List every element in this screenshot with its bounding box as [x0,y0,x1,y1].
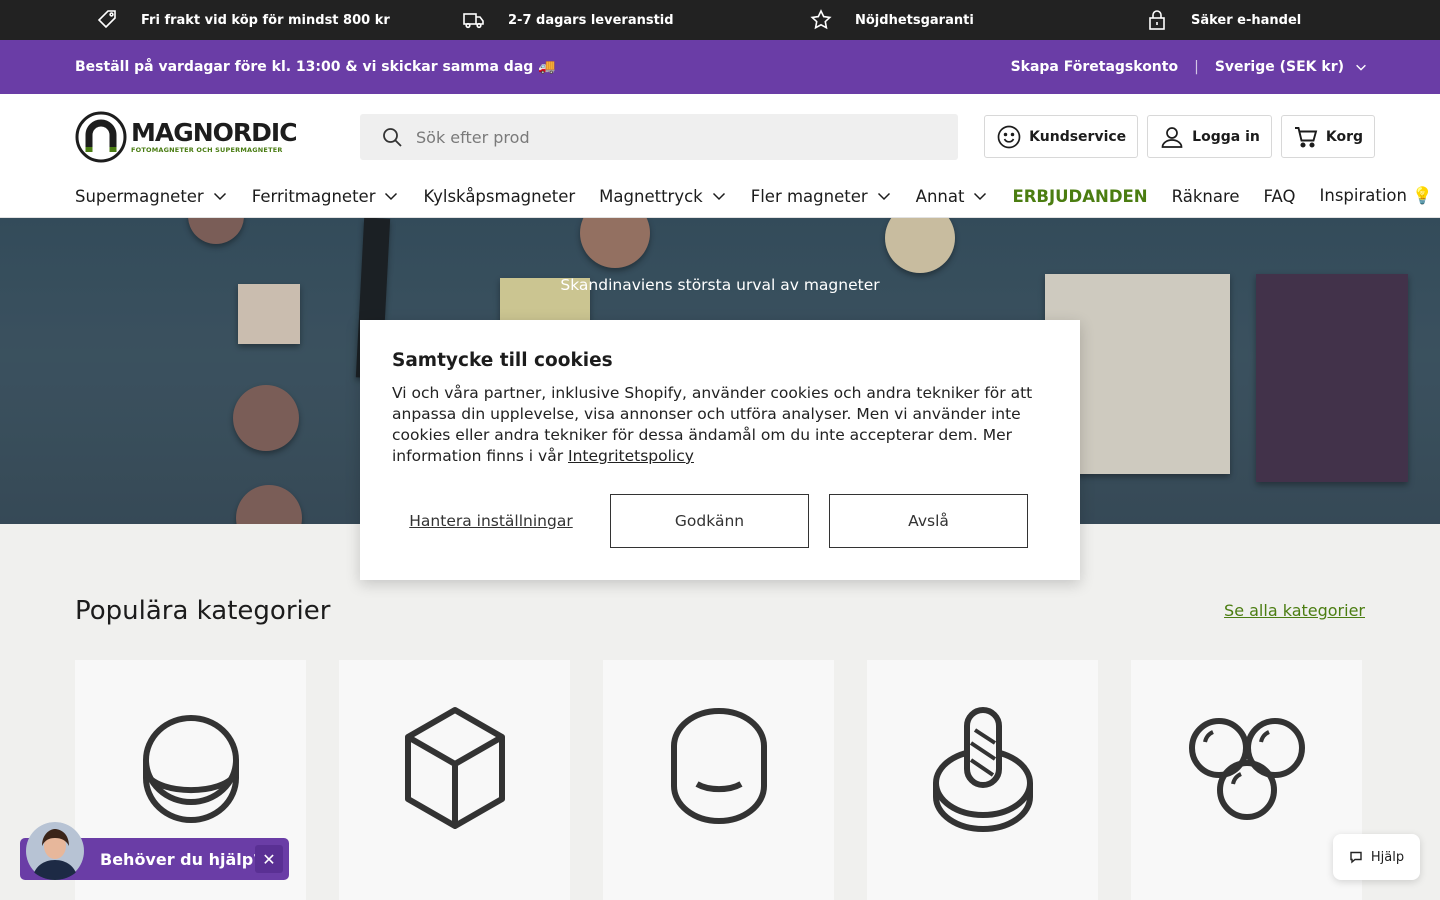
chat-text: Behöver du hjälp? [100,849,263,869]
cookie-modal-title: Samtycke till cookies [392,350,613,371]
promo-links: Skapa Företagskonto | Sverige (SEK kr) [1011,59,1368,75]
manage-settings-link[interactable]: Hantera inställningar [392,512,590,531]
cookie-modal-body: Vi och våra partner, inklusive Shopify, … [392,383,1048,467]
search-bar [360,114,958,160]
category-card[interactable] [603,660,834,900]
lock-icon [1149,10,1165,30]
usp-item-shipping: Fri frakt vid köp för mindst 800 kr [95,0,390,40]
nav-item-faq[interactable]: FAQ [1264,186,1296,206]
nav-label: Räknare [1171,186,1240,206]
cart-button[interactable]: Korg [1280,115,1375,158]
search-input[interactable] [416,127,916,147]
accept-button[interactable]: Godkänn [610,494,809,548]
nav-item-raknare[interactable]: Räknare [1172,186,1240,206]
site-header: MAGNORDIC FOTOMAGNETER OCH SUPERMAGNETER… [0,94,1440,218]
nav-label: FAQ [1263,186,1296,206]
sphere-magnets-icon [1188,717,1305,820]
chevron-down-icon [213,192,226,201]
nav-label: Magnettryck [599,186,703,206]
usp-text: Fri frakt vid köp för mindst 800 kr [141,12,390,28]
chevron-down-icon [712,192,725,201]
nav-item-supermagneter[interactable]: Supermagneter [75,186,228,206]
truck-icon [463,13,484,29]
usp-text: 2-7 dagars leveranstid [508,12,674,28]
customer-service-label: Kundservice [1029,128,1127,145]
agent-avatar [26,822,84,880]
close-icon[interactable]: ✕ [255,845,283,873]
disc-magnet-icon [142,714,239,823]
star-icon [810,9,832,30]
search-icon[interactable] [380,125,404,149]
chevron-down-icon [1356,64,1366,71]
nav-label: Fler magneter [750,186,868,206]
customer-service-button[interactable]: Kundservice [984,115,1139,158]
nav-item-erbjudanden[interactable]: ERBJUDANDEN [1012,186,1147,206]
country-selector[interactable]: Sverige (SEK kr) [1215,59,1368,75]
nav-label: Ferritmagneter [251,186,376,206]
header-actions: Kundservice Logga in Korg [984,115,1375,158]
login-button[interactable]: Logga in [1147,115,1272,158]
see-all-categories-link[interactable]: Se alla kategorier [1224,601,1365,620]
nav-label: Inspiration 💡 [1319,186,1433,205]
cookie-actions: Hantera inställningar Godkänn Avslå [392,494,1028,548]
chat-icon [1350,851,1362,864]
usp-item-secure: Säker e-handel [1145,0,1301,40]
help-label: Hjälp [1370,849,1405,865]
usp-text: Nöjdhetsgaranti [855,12,974,28]
nav-item-magnettryck[interactable]: Magnettryck [599,186,727,206]
separator: | [1194,59,1199,75]
main-nav: Supermagneter Ferritmagneter Kylskåpsmag… [75,186,1433,206]
smiley-icon [997,125,1021,148]
pot-magnet-icon [670,707,767,824]
business-account-link[interactable]: Skapa Företagskonto [1011,59,1179,75]
promo-bar: Beställ på vardagar före kl. 13:00 & vi … [0,40,1440,94]
help-chat-bubble[interactable]: Behöver du hjälp? ✕ [20,822,289,880]
chevron-down-icon [877,192,890,201]
usp-bar: Fri frakt vid köp för mindst 800 kr 2-7 … [0,0,1440,40]
nav-item-ferritmagneter[interactable]: Ferritmagneter [252,186,400,206]
chevron-down-icon [385,192,398,201]
usp-item-delivery: 2-7 dagars leveranstid [462,0,674,40]
nav-item-annat[interactable]: Annat [916,186,989,206]
logo-tagline: FOTOMAGNETER OCH SUPERMAGNETER [131,146,283,155]
cart-icon [1294,126,1318,148]
category-card[interactable] [1131,660,1362,900]
logo-text: MAGNORDIC FOTOMAGNETER OCH SUPERMAGNETER [131,118,298,155]
nav-label: ERBJUDANDEN [1012,186,1148,206]
nav-label: Kylskåpsmagneter [423,186,576,206]
help-button[interactable]: Hjälp [1333,834,1420,880]
decline-button[interactable]: Avslå [829,494,1028,548]
privacy-policy-link[interactable]: Integritetspolicy [568,447,694,465]
usp-text: Säker e-handel [1191,12,1302,28]
cookie-body-text: Vi och våra partner, inklusive Shopify, … [392,384,1033,465]
tag-icon [97,10,116,29]
usp-item-guarantee: Nöjdhetsgaranti [809,0,974,40]
promo-text: Beställ på vardagar före kl. 13:00 & vi … [75,59,556,75]
block-magnet-icon [404,706,505,829]
nav-item-inspiration[interactable]: Inspiration 💡 [1320,186,1433,206]
hook-magnet-icon [932,706,1033,832]
logo-name: MAGNORDIC [131,118,298,148]
cookie-consent-modal: Samtycke till cookies Vi och våra partne… [360,320,1080,580]
nav-label: Supermagneter [75,186,204,206]
country-label: Sverige (SEK kr) [1214,59,1344,75]
category-card[interactable] [867,660,1098,900]
login-label: Logga in [1192,128,1260,145]
section-title: Populära kategorier [75,596,331,626]
magnet-logo-icon [75,111,127,163]
nav-label: Annat [915,186,965,206]
category-card[interactable] [339,660,570,900]
nav-item-kylskapsmagneter[interactable]: Kylskåpsmagneter [423,186,575,206]
user-icon [1161,126,1183,148]
nav-item-fler-magneter[interactable]: Fler magneter [751,186,892,206]
hero-title: Skandinaviens största urval av magneter [560,276,880,294]
chevron-down-icon [974,192,987,201]
logo[interactable]: MAGNORDIC FOTOMAGNETER OCH SUPERMAGNETER [75,111,298,163]
cart-label: Korg [1325,128,1363,145]
